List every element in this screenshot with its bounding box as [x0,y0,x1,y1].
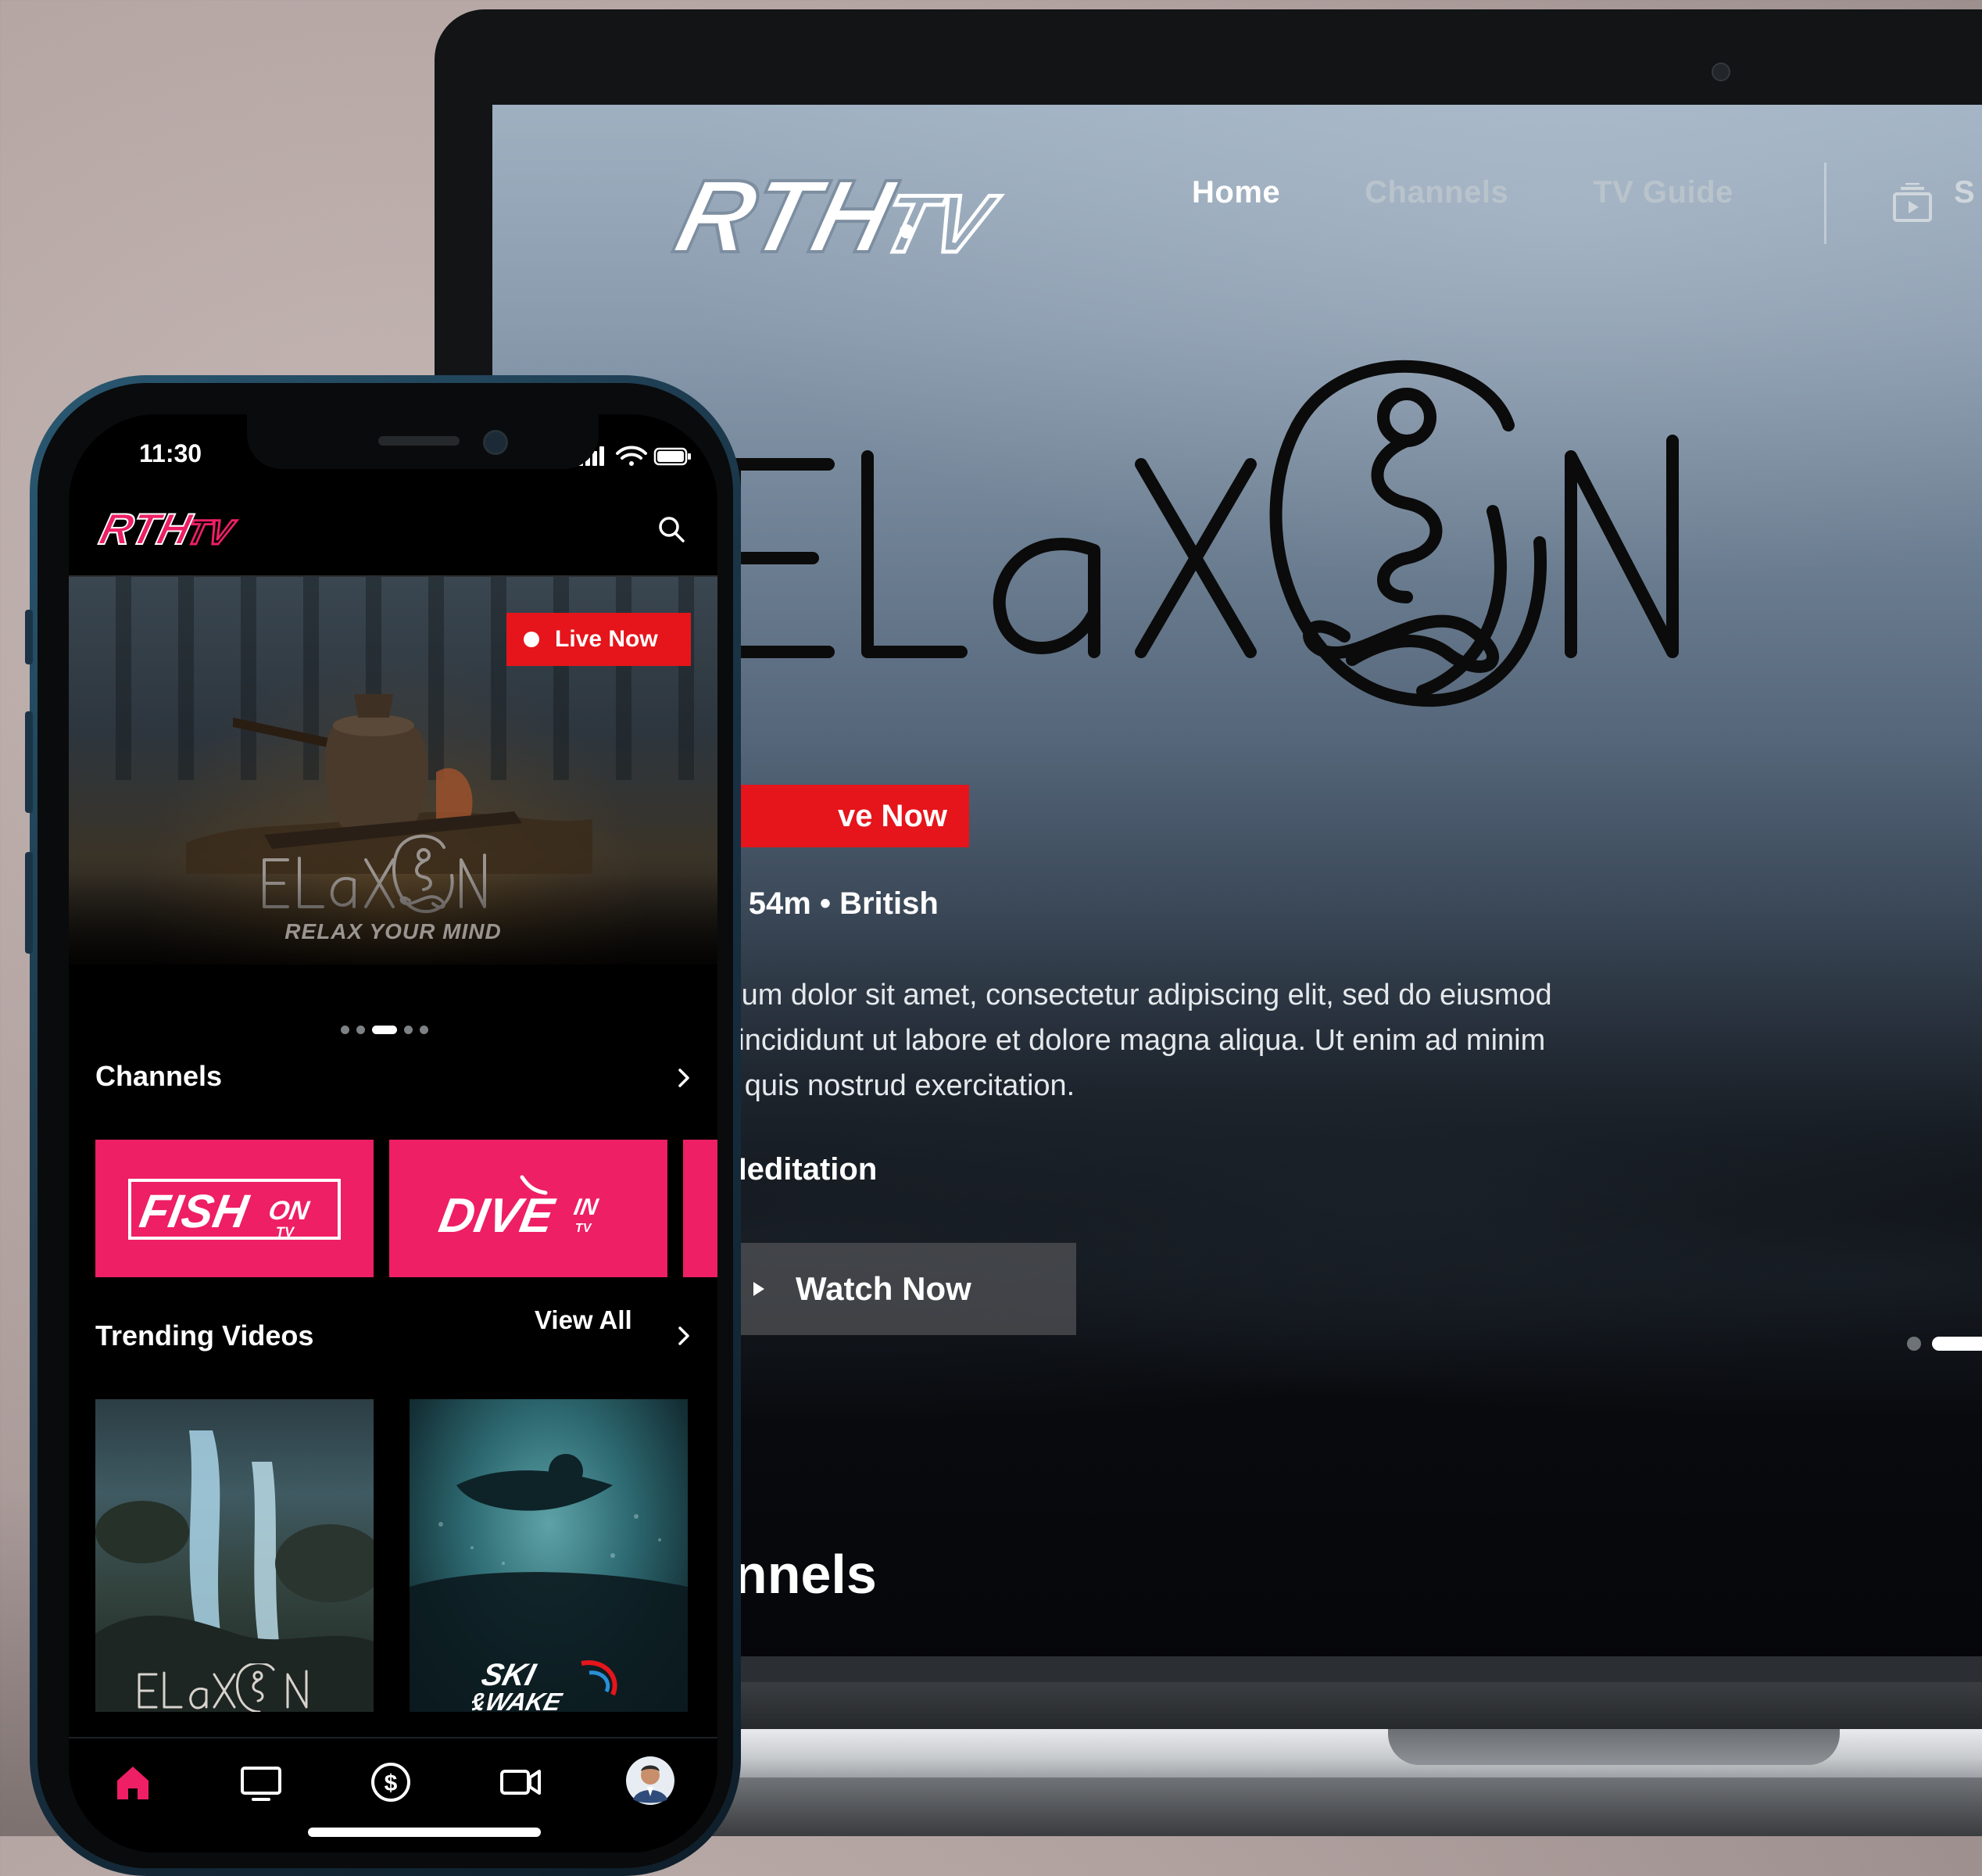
svg-text:SKI: SKI [478,1657,540,1692]
search-icon[interactable] [656,514,686,544]
channel-card-partial[interactable] [683,1140,717,1277]
hero-carousel-dots [341,1026,435,1034]
schedule-icon[interactable] [1891,183,1934,224]
carousel-dot[interactable] [1907,1337,1921,1351]
nav-channels[interactable]: Channels [1365,175,1508,210]
laptop-camera [1712,63,1730,81]
play-icon [753,1282,764,1296]
trending-card-relax-on[interactable] [95,1399,374,1712]
ski-wake-logo: SKI &WAKE [472,1657,617,1712]
notch-camera [483,430,508,455]
hero-banner[interactable]: RELAX YOUR MIND Live Now [69,577,717,965]
description-line: or incididunt ut labore et dolore magna … [703,1024,1546,1057]
svg-text:RTH: RTH [665,159,907,274]
trending-title: Trending Videos [95,1319,314,1352]
phone-bezel: 11:30 RTH TV RELAX YOUR MIND Live Now Ch… [38,383,733,1868]
trending-chevron-right-icon[interactable] [674,1326,694,1346]
live-now-badge: Live Now [506,613,691,666]
svg-text:TV: TV [274,1224,295,1240]
phone-volume-up [25,711,33,813]
hero-description: ipsum dolor sit amet, consectetur adipis… [703,972,1923,1108]
tab-video-icon[interactable] [497,1759,544,1806]
relax-on-brand-logo [728,360,1679,707]
carousel-dot-active[interactable] [372,1026,397,1034]
channel-card-fish-on[interactable]: FISH ON TV [95,1140,374,1277]
status-time: 11:30 [139,439,202,467]
svg-text:DIVE: DIVE [435,1188,560,1242]
nav-item-cutoff[interactable]: S [1954,175,1975,210]
rth-tv-logo[interactable]: RTH TV [92,502,249,553]
svg-text:&WAKE: &WAKE [472,1688,566,1712]
phone-volume-down [25,852,33,954]
rth-tv-logo[interactable]: RTH TV [649,152,1055,277]
nav-divider [1824,163,1826,244]
channels-title: Channels [95,1060,223,1092]
wifi-icon [616,446,647,466]
laptop-opening-notch [1388,1729,1840,1765]
notch-speaker [378,436,460,446]
home-indicator [308,1828,541,1837]
svg-text:TV: TV [873,178,1005,269]
channels-chevron-right-icon[interactable] [674,1068,694,1088]
svg-text:RTH: RTH [95,506,197,553]
hero-carousel-dots [1907,1337,1982,1351]
description-line: ipsum dolor sit amet, consectetur adipis… [703,979,1552,1011]
tab-home-icon[interactable] [109,1759,156,1806]
carousel-dot[interactable] [356,1026,365,1034]
dive-in-tv-logo: DIVE IN TV [435,1175,601,1243]
carousel-dot-active[interactable] [1932,1337,1982,1351]
nav-home[interactable]: Home [1192,175,1280,210]
live-dot-icon [524,632,539,647]
top-nav: Home Channels TV Guide [1192,175,1818,210]
watch-now-button[interactable]: Watch Now [703,1243,1076,1335]
description-line: m, quis nostrud exercitation. [703,1069,1075,1102]
carousel-dot[interactable] [420,1026,428,1034]
svg-text:$: $ [385,1770,398,1796]
battery-icon [653,447,691,466]
carousel-dot[interactable] [404,1026,413,1034]
phone-notch [247,414,599,469]
relax-on-brand-logo [138,1663,308,1712]
nav-tv-guide[interactable]: TV Guide [1593,175,1733,210]
view-all-link[interactable]: View All [535,1305,632,1335]
tab-tv-icon[interactable] [238,1759,284,1806]
phone-screen: 11:30 RTH TV RELAX YOUR MIND Live Now Ch… [69,414,717,1853]
carousel-dot[interactable] [341,1026,349,1034]
tab-dollar-icon[interactable]: $ [367,1759,414,1806]
svg-text:FISH: FISH [136,1184,253,1237]
hero-tagline: RELAX YOUR MIND [284,919,502,943]
live-now-label: Live Now [555,626,658,652]
trending-card-ski-wake[interactable]: SKI &WAKE [410,1399,688,1712]
phone-frame: 11:30 RTH TV RELAX YOUR MIND Live Now Ch… [25,375,741,1876]
tab-profile-avatar[interactable] [625,1756,675,1806]
svg-text:IN: IN [572,1194,601,1220]
svg-text:ON: ON [267,1196,313,1226]
svg-text:TV: TV [183,514,238,552]
watch-now-label: Watch Now [796,1270,971,1307]
phone-mute-switch [25,610,33,664]
channel-card-dive-in[interactable]: DIVE IN TV [389,1140,667,1277]
svg-text:TV: TV [574,1221,592,1235]
app-header: RTH TV [69,485,717,577]
fish-on-tv-logo: FISH ON TV [128,1179,341,1240]
